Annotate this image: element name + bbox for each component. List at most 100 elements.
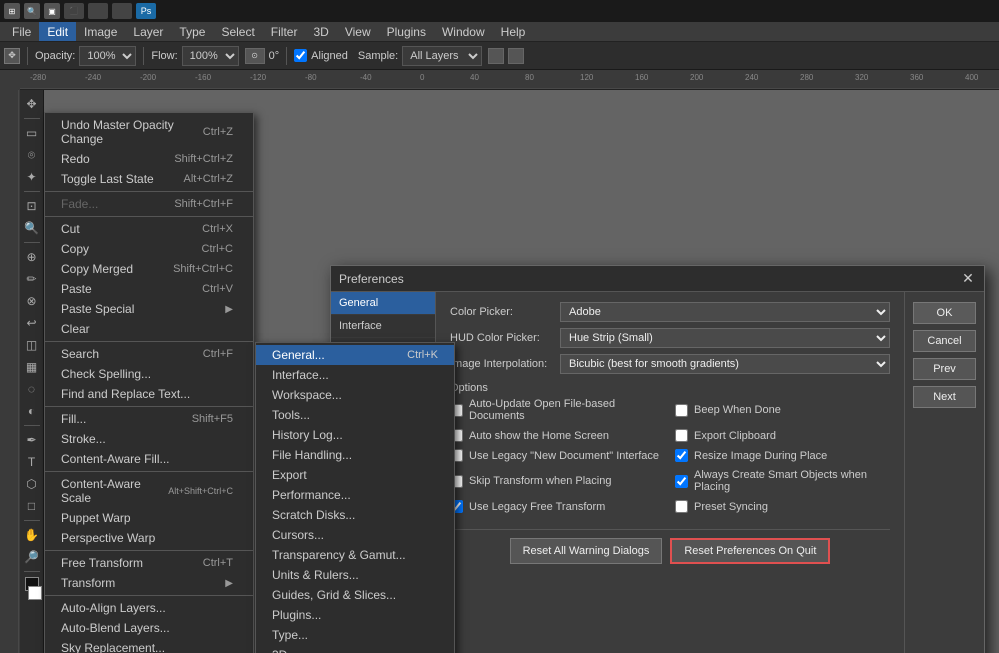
tool-eyedropper[interactable]: 🔍 [22, 218, 42, 238]
pref-file-handling[interactable]: File Handling... [256, 445, 454, 465]
menu-content-aware-fill[interactable]: Content-Aware Fill... [45, 449, 253, 469]
reset-warnings-button[interactable]: Reset All Warning Dialogs [510, 538, 663, 564]
menu-type[interactable]: Type [171, 22, 213, 41]
menu-perspective-warp[interactable]: Perspective Warp [45, 528, 253, 548]
dialog-close-button[interactable]: ✕ [960, 271, 976, 287]
color-picker-select[interactable]: Adobe [560, 302, 890, 322]
pref-general[interactable]: General... Ctrl+K [256, 345, 454, 365]
pref-performance[interactable]: Performance... [256, 485, 454, 505]
flow-select[interactable]: 100% [182, 46, 239, 66]
menu-file[interactable]: File [4, 22, 39, 41]
pref-interface[interactable]: Interface... [256, 365, 454, 385]
pref-history-log[interactable]: History Log... [256, 425, 454, 445]
pref-transparency-gamut[interactable]: Transparency & Gamut... [256, 545, 454, 565]
image-interpolation-select[interactable]: Bicubic (best for smooth gradients) [560, 354, 890, 374]
menu-toggle-last-state[interactable]: Toggle Last State Alt+Ctrl+Z [45, 169, 253, 189]
pref-workspace[interactable]: Workspace... [256, 385, 454, 405]
taskbar-app2[interactable] [88, 3, 108, 19]
pref-cursors[interactable]: Cursors... [256, 525, 454, 545]
opacity-select[interactable]: 100% [79, 46, 136, 66]
tool-crop[interactable]: ⊡ [22, 196, 42, 216]
tool-stamp[interactable]: ⊗ [22, 291, 42, 311]
tool-select[interactable]: ✦ [22, 167, 42, 187]
tool-marquee[interactable]: ▭ [22, 123, 42, 143]
tool-move[interactable]: ✥ [22, 94, 42, 114]
menu-window[interactable]: Window [434, 22, 493, 41]
tool-eraser[interactable]: ◫ [22, 335, 42, 355]
menu-transform[interactable]: Transform ▶ [45, 573, 253, 593]
tool-zoom[interactable]: 🔎 [22, 547, 42, 567]
reset-preferences-button[interactable]: Reset Preferences On Quit [670, 538, 830, 564]
menu-search[interactable]: Search Ctrl+F [45, 344, 253, 364]
tool-brush[interactable]: ✏ [22, 269, 42, 289]
menu-ca-scale[interactable]: Content-Aware Scale Alt+Shift+Ctrl+C [45, 474, 253, 508]
menu-auto-blend[interactable]: Auto-Blend Layers... [45, 618, 253, 638]
checkbox-always-smart-objects-input[interactable] [675, 475, 688, 488]
checkbox-beep-input[interactable] [675, 404, 688, 417]
menu-redo[interactable]: Redo Shift+Ctrl+Z [45, 149, 253, 169]
pref-tools[interactable]: Tools... [256, 405, 454, 425]
pref-type[interactable]: Type... [256, 625, 454, 645]
menu-find-replace[interactable]: Find and Replace Text... [45, 384, 253, 404]
tool-shape[interactable]: □ [22, 496, 42, 516]
tool-pen[interactable]: ✒ [22, 430, 42, 450]
tool-heal[interactable]: ⊕ [22, 247, 42, 267]
taskbar-ps-icon[interactable]: Ps [136, 3, 156, 19]
menu-undo[interactable]: Undo Master Opacity Change Ctrl+Z [45, 115, 253, 149]
checkbox-resize-placing-input[interactable] [675, 449, 688, 462]
menu-free-transform[interactable]: Free Transform Ctrl+T [45, 553, 253, 573]
taskview-icon[interactable]: ▣ [44, 3, 60, 19]
menu-fill[interactable]: Fill... Shift+F5 [45, 409, 253, 429]
aligned-checkbox[interactable] [294, 49, 307, 62]
tool-blur[interactable]: ◌ [22, 379, 42, 399]
pref-scratch-disks[interactable]: Scratch Disks... [256, 505, 454, 525]
cancel-button[interactable]: Cancel [913, 330, 976, 352]
search-icon[interactable]: 🔍 [24, 3, 40, 19]
pref-3d[interactable]: 3D... [256, 645, 454, 653]
menu-layer[interactable]: Layer [125, 22, 171, 41]
menu-view[interactable]: View [337, 22, 379, 41]
category-general[interactable]: General [331, 292, 435, 315]
menu-paste-special[interactable]: Paste Special ▶ [45, 299, 253, 319]
hud-color-picker-select[interactable]: Hue Strip (Small) [560, 328, 890, 348]
menu-filter[interactable]: Filter [263, 22, 306, 41]
pref-export[interactable]: Export [256, 465, 454, 485]
menu-auto-align[interactable]: Auto-Align Layers... [45, 598, 253, 618]
menu-sky-replace[interactable]: Sky Replacement... [45, 638, 253, 653]
menu-copy[interactable]: Copy Ctrl+C [45, 239, 253, 259]
taskbar-app1[interactable]: ⬛ [64, 3, 84, 19]
menu-select[interactable]: Select [213, 22, 262, 41]
menu-check-spelling[interactable]: Check Spelling... [45, 364, 253, 384]
tool-gradient[interactable]: ▦ [22, 357, 42, 377]
menu-help[interactable]: Help [493, 22, 534, 41]
ok-button[interactable]: OK [913, 302, 976, 324]
prev-button[interactable]: Prev [913, 358, 976, 380]
pref-guides-grid[interactable]: Guides, Grid & Slices... [256, 585, 454, 605]
tool-hand[interactable]: ✋ [22, 525, 42, 545]
tool-lasso[interactable]: ⌾ [22, 145, 42, 165]
category-interface[interactable]: Interface [331, 315, 435, 338]
background-color[interactable] [28, 586, 42, 600]
pref-plugins[interactable]: Plugins... [256, 605, 454, 625]
menu-paste[interactable]: Paste Ctrl+V [45, 279, 253, 299]
sample-select[interactable]: All Layers [402, 46, 482, 66]
menu-edit[interactable]: Edit [39, 22, 76, 41]
checkbox-export-clipboard-input[interactable] [675, 429, 688, 442]
tool-text[interactable]: T [22, 452, 42, 472]
menu-plugins[interactable]: Plugins [379, 22, 434, 41]
taskbar-app3[interactable] [112, 3, 132, 19]
menu-clear[interactable]: Clear [45, 319, 253, 339]
tool-dodge[interactable]: ◐ [22, 401, 42, 421]
start-icon[interactable]: ⊞ [4, 3, 20, 19]
pref-units-rulers[interactable]: Units & Rulers... [256, 565, 454, 585]
menu-puppet-warp[interactable]: Puppet Warp [45, 508, 253, 528]
angle-control[interactable]: ⊙ [245, 48, 265, 64]
checkbox-preset-syncing-input[interactable] [675, 500, 688, 513]
menu-image[interactable]: Image [76, 22, 125, 41]
menu-copy-merged[interactable]: Copy Merged Shift+Ctrl+C [45, 259, 253, 279]
tool-path[interactable]: ⬡ [22, 474, 42, 494]
next-button[interactable]: Next [913, 386, 976, 408]
menu-stroke[interactable]: Stroke... [45, 429, 253, 449]
tool-history[interactable]: ↩ [22, 313, 42, 333]
menu-cut[interactable]: Cut Ctrl+X [45, 219, 253, 239]
